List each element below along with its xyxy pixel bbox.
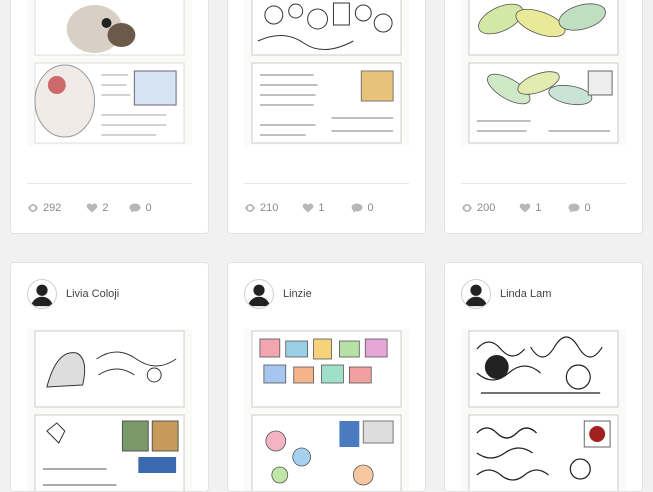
artwork-thumbnail[interactable] <box>27 0 192 146</box>
author-info[interactable]: Livia Coloji <box>27 279 119 309</box>
likes-count: 2 <box>102 202 109 214</box>
author-info[interactable]: Linzie <box>244 279 312 309</box>
artwork-card-3[interactable]: 200 1 0 <box>444 0 643 234</box>
artwork-thumbnail[interactable] <box>244 329 409 491</box>
views-stat: 292 <box>27 202 61 214</box>
heart-icon <box>303 203 314 213</box>
artwork-card-1[interactable]: 292 2 0 <box>10 0 209 234</box>
artwork-card-2[interactable]: 210 1 0 <box>227 0 426 234</box>
comments-stat[interactable]: 0 <box>351 202 374 214</box>
eye-icon <box>28 204 38 212</box>
views-stat: 200 <box>461 202 495 214</box>
author-name[interactable]: Linzie <box>283 288 312 300</box>
card-stats: 210 1 0 <box>244 200 409 216</box>
artwork-thumbnail[interactable] <box>461 329 626 491</box>
views-count: 210 <box>260 202 279 214</box>
likes-count: 1 <box>318 202 325 214</box>
doodle-image <box>244 329 409 491</box>
artwork-thumbnail[interactable] <box>461 0 626 146</box>
user-avatar-icon[interactable] <box>244 279 274 309</box>
doodle-image <box>27 329 192 491</box>
heart-icon <box>520 203 531 213</box>
artwork-thumbnail[interactable] <box>27 329 192 491</box>
doodle-image <box>244 0 409 146</box>
comments-count: 0 <box>367 202 374 214</box>
doodle-image <box>27 0 192 146</box>
likes-stat[interactable]: 2 <box>86 202 108 214</box>
card-divider <box>27 183 192 184</box>
likes-stat[interactable]: 1 <box>519 202 541 214</box>
card-divider <box>461 183 626 184</box>
author-info[interactable]: Linda Lam <box>461 279 551 309</box>
artwork-card-6[interactable]: Linda Lam <box>444 262 643 492</box>
author-name[interactable]: Livia Coloji <box>66 288 119 300</box>
views-count: 292 <box>43 202 62 214</box>
doodle-image <box>461 0 626 146</box>
comments-count: 0 <box>145 202 152 214</box>
likes-stat[interactable]: 1 <box>302 202 324 214</box>
artwork-card-5[interactable]: Linzie <box>227 262 426 492</box>
views-stat: 210 <box>244 202 278 214</box>
comments-stat[interactable]: 0 <box>129 202 152 214</box>
card-stats: 200 1 0 <box>461 200 626 216</box>
user-avatar-icon[interactable] <box>461 279 491 309</box>
views-count: 200 <box>477 202 496 214</box>
artwork-card-4[interactable]: Livia Coloji <box>10 262 209 492</box>
heart-icon <box>87 203 98 213</box>
comment-icon <box>129 203 141 213</box>
artwork-thumbnail[interactable] <box>244 0 409 146</box>
eye-icon <box>462 204 472 212</box>
comments-count: 0 <box>584 202 591 214</box>
card-divider <box>244 183 409 184</box>
comments-stat[interactable]: 0 <box>568 202 591 214</box>
comment-icon <box>351 203 363 213</box>
likes-count: 1 <box>535 202 542 214</box>
comment-icon <box>568 203 580 213</box>
user-avatar-icon[interactable] <box>27 279 57 309</box>
doodle-image <box>461 329 626 491</box>
eye-icon <box>245 204 255 212</box>
author-name[interactable]: Linda Lam <box>500 288 551 300</box>
card-stats: 292 2 0 <box>27 200 192 216</box>
